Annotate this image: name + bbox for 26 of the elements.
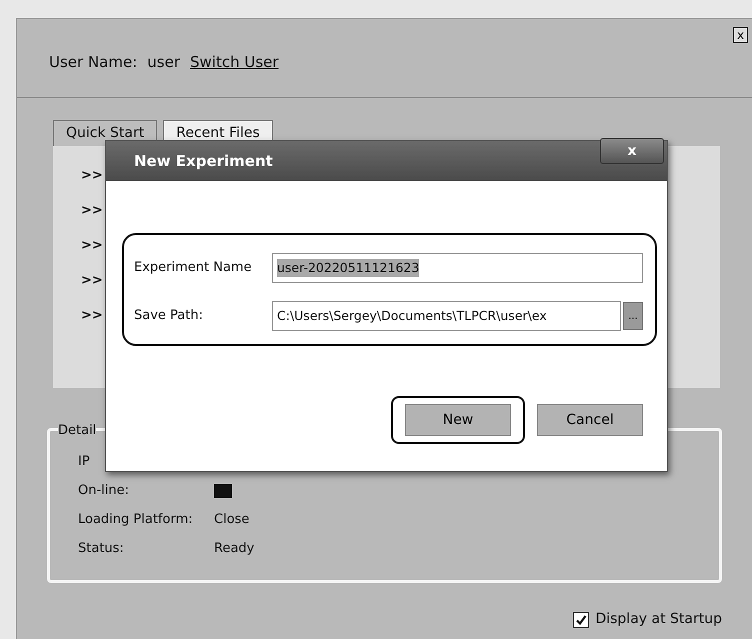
quick-start-item[interactable]: >> — [81, 306, 103, 327]
close-button[interactable]: x — [600, 138, 664, 164]
user-name-label: User Name: — [49, 52, 138, 73]
quick-start-item[interactable]: >> — [81, 271, 103, 292]
detail-label: Loading Platform: — [78, 510, 194, 529]
checkbox-label: Display at Startup — [595, 610, 722, 629]
user-name-value: user — [147, 52, 180, 73]
detail-label: Status: — [78, 540, 125, 558]
cancel-button[interactable]: Cancel — [537, 404, 643, 436]
field-label: Save Path: — [134, 307, 204, 326]
quick-start-item[interactable]: >> — [81, 166, 103, 187]
close-button[interactable]: x — [733, 27, 748, 43]
detail-value: Close — [214, 510, 250, 529]
dialog-title: New Experiment — [134, 150, 273, 172]
detail-value: Ready — [214, 540, 254, 558]
new-button[interactable]: New — [405, 404, 511, 436]
input-field[interactable]: user-20220511121623 — [272, 253, 643, 283]
checkbox[interactable] — [573, 612, 590, 628]
quick-start-item[interactable]: >> — [81, 236, 103, 257]
input-field[interactable]: C:\Users\Sergey\Documents\TLPCR\user\ex — [272, 301, 621, 331]
quick-start-item[interactable]: >> — [81, 201, 103, 222]
field-label: Experiment Name — [134, 259, 253, 278]
switch-user-link[interactable]: Switch User — [190, 51, 279, 97]
detail-label: IP — [78, 452, 91, 471]
detail-label: On-line: — [78, 482, 130, 500]
browse-button[interactable]: ... — [623, 302, 643, 330]
